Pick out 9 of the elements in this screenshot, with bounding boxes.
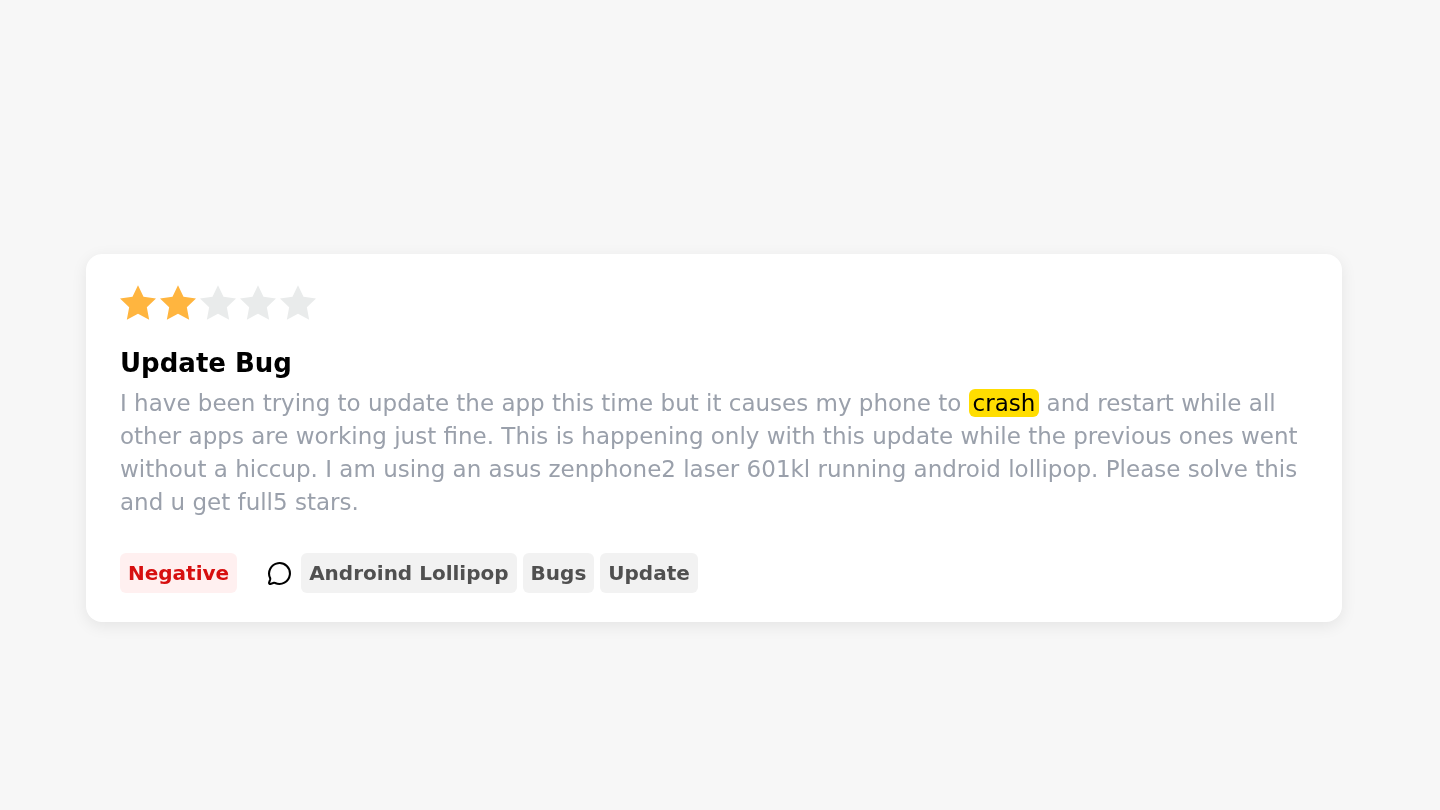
sentiment-tag: Negative [120,553,238,593]
topic-tag: Update [600,553,698,593]
topic-tag: Androind Lollipop [301,553,517,593]
topic-tag: Bugs [522,553,595,593]
star-icon [120,285,156,320]
review-title: Update Bug [120,347,293,380]
review-text: I have been trying to update the app this time but it causes my phone to crash and restart while all other apps are working just fine. This is happening only with this update while the previous ones went without a hiccup. I am using an asus zenphone2 laser 601kl running android lollipop. Please solve this and u get full5 stars. [120,388,1299,517]
star-icon [160,285,196,320]
comment-icon [267,560,293,586]
